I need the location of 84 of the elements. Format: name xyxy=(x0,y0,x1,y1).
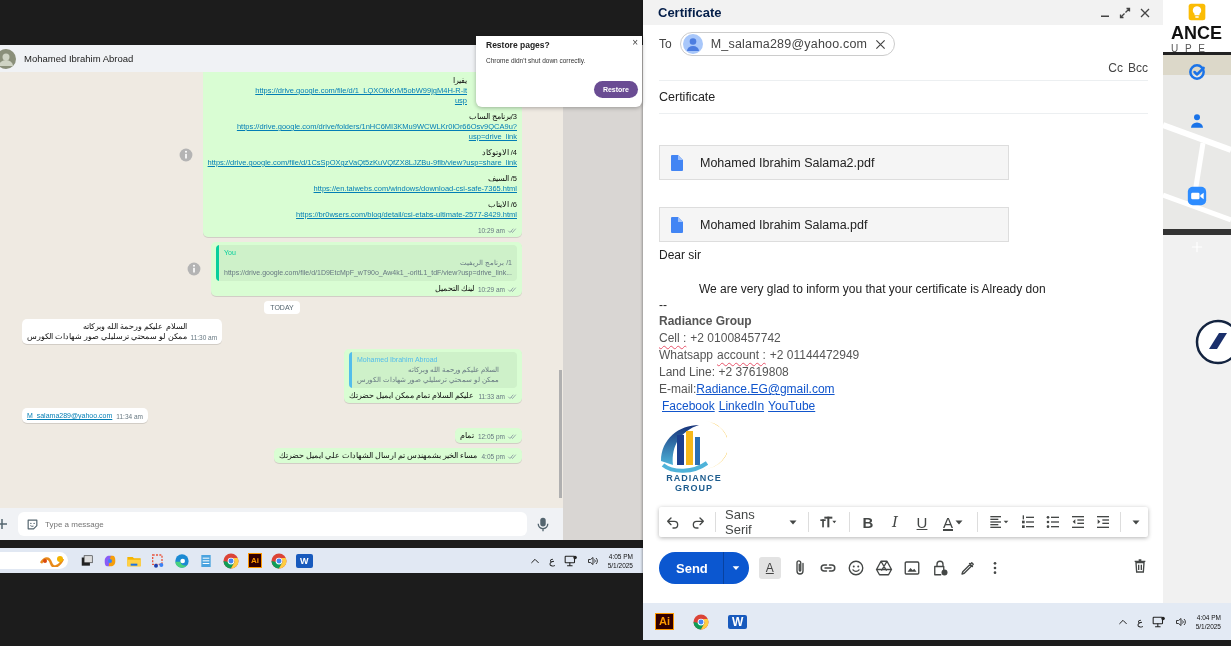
network-icon[interactable] xyxy=(1151,614,1166,629)
double-check-icon xyxy=(507,433,517,440)
greeting-text: Dear sir xyxy=(659,247,702,264)
compose-title: Certificate xyxy=(658,5,722,20)
formatting-button[interactable]: A xyxy=(758,557,781,579)
close-icon[interactable] xyxy=(1139,6,1151,19)
person-icon[interactable] xyxy=(1188,112,1206,130)
avatar-icon[interactable] xyxy=(0,48,16,69)
text-color-button[interactable]: A xyxy=(940,513,968,531)
numbered-list-icon[interactable] xyxy=(1020,514,1036,530)
separator-text: -- xyxy=(659,298,668,313)
subject-field[interactable]: Certificate xyxy=(659,81,1148,114)
illustrator-app[interactable]: Ai xyxy=(248,553,262,568)
scrollbar-thumb[interactable] xyxy=(559,370,562,498)
word-app[interactable]: W xyxy=(728,614,748,629)
drive-icon[interactable] xyxy=(874,559,893,577)
word-app[interactable]: W xyxy=(296,553,313,568)
company-name: Radiance Group xyxy=(659,313,753,330)
website-subtitle: U P E xyxy=(1171,43,1208,54)
bulleted-list-icon[interactable] xyxy=(1045,514,1061,530)
indent-icon[interactable] xyxy=(1095,514,1111,530)
snipping-icon[interactable] xyxy=(150,552,166,569)
contact-name[interactable]: Mohamed Ibrahim Abroad xyxy=(24,53,134,64)
social-link[interactable]: YouTube xyxy=(768,398,816,415)
logo-text: GROUP xyxy=(675,483,713,493)
font-dropdown[interactable]: Sans Serif xyxy=(725,507,800,537)
recipient-email: M_salama289@yahoo.com xyxy=(710,37,868,51)
check-circle-icon[interactable] xyxy=(1187,62,1207,82)
caret-icon[interactable] xyxy=(730,563,741,573)
edge-icon[interactable] xyxy=(174,552,190,569)
double-check-icon xyxy=(507,453,517,460)
message-field[interactable]: Type a message xyxy=(18,512,527,536)
contact-line: Whatsapp account : +2 01144472949 xyxy=(659,347,861,364)
trash-icon[interactable] xyxy=(1132,558,1148,574)
cc-link[interactable]: Cc xyxy=(1108,61,1123,75)
social-link[interactable]: LinkedIn xyxy=(718,398,765,415)
image-icon[interactable] xyxy=(902,559,921,577)
double-check-icon xyxy=(507,286,517,293)
attachment-chip[interactable]: Mohamed Ibrahim Salama2.pdf xyxy=(659,145,1009,180)
document-icon xyxy=(671,216,683,233)
attachment-name: Mohamed Ibrahim Salama2.pdf xyxy=(700,155,875,170)
chrome-icon[interactable] xyxy=(692,612,710,631)
task-view-icon[interactable] xyxy=(80,553,94,568)
italic-button[interactable]: I xyxy=(886,513,904,531)
logo-text: RADIANCE xyxy=(666,473,722,483)
chrome-icon[interactable] xyxy=(270,551,288,570)
bold-button[interactable]: B xyxy=(859,513,877,531)
attachment-chip[interactable]: Mohamed Ibrahim Salama.pdf xyxy=(659,207,1009,242)
pen-icon[interactable] xyxy=(958,559,977,577)
chrome-icon[interactable] xyxy=(222,551,240,570)
flower-icon xyxy=(39,554,65,567)
illustrator-app[interactable]: Ai xyxy=(655,613,674,630)
keyboard-language[interactable]: ع xyxy=(548,555,555,566)
to-label: To xyxy=(659,37,672,51)
close-button[interactable]: × xyxy=(632,37,638,48)
contact-line: Land Line: +2 37619808 xyxy=(659,364,790,381)
search-field[interactable] xyxy=(0,552,68,569)
email-link[interactable]: Radiance.EG@gmail.com xyxy=(696,382,835,396)
align-icon[interactable] xyxy=(987,514,1011,530)
emoji-icon[interactable] xyxy=(846,559,865,577)
bcc-link[interactable]: Bcc xyxy=(1128,61,1148,75)
message-text: We are very glad to inform you that your certificate is Already don xyxy=(698,281,1047,298)
send-button[interactable]: Send xyxy=(659,552,749,584)
sticker-icon[interactable] xyxy=(26,518,39,531)
microphone-icon[interactable] xyxy=(537,516,549,532)
double-check-icon xyxy=(507,393,517,400)
speaker-icon[interactable] xyxy=(586,554,599,567)
double-check-icon xyxy=(507,227,517,234)
popup-title: Restore pages? xyxy=(486,40,551,50)
notepad-icon[interactable] xyxy=(198,552,214,569)
outdent-icon[interactable] xyxy=(1070,514,1086,530)
network-icon[interactable] xyxy=(563,553,578,568)
attachment-name: Mohamed Ibrahim Salama.pdf xyxy=(700,217,868,232)
social-link[interactable]: Facebook xyxy=(662,398,715,415)
email-label: E-mail: xyxy=(659,382,697,396)
avatar-icon xyxy=(682,34,703,54)
document-icon xyxy=(671,154,683,171)
expand-icon[interactable] xyxy=(1119,6,1131,19)
contact-line: Cell : +2 01008457742 xyxy=(659,330,782,347)
speaker-icon[interactable] xyxy=(1174,615,1187,628)
remove-icon[interactable] xyxy=(875,38,887,50)
website-title: ANCE xyxy=(1171,24,1223,42)
underline-button[interactable]: U xyxy=(913,513,931,531)
keyboard-language[interactable]: ع xyxy=(1136,616,1143,627)
